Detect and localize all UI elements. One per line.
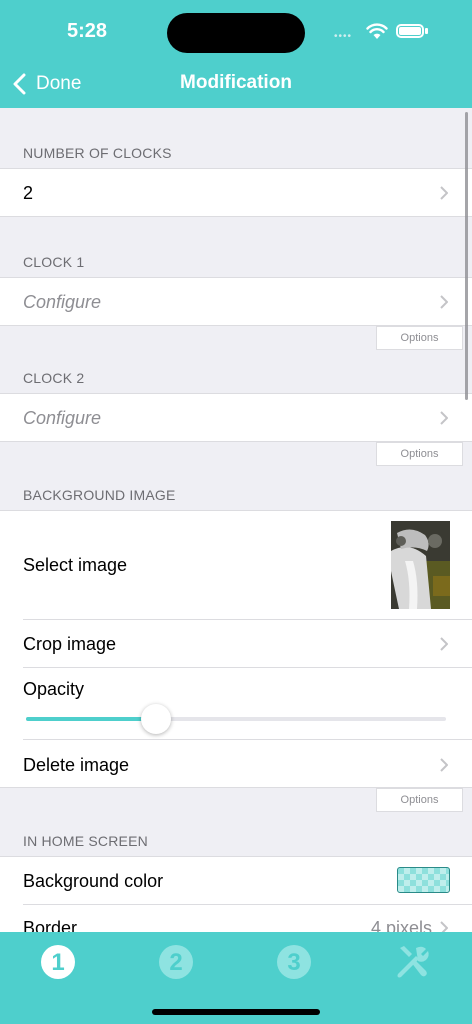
clock-2-configure-cell[interactable]: Configure xyxy=(0,393,472,442)
border-row[interactable]: Border 4 pixels xyxy=(0,905,472,932)
tab-2-label: 2 xyxy=(169,949,182,976)
section-header-in-home-screen: IN HOME SCREEN xyxy=(23,833,148,849)
crop-image-row[interactable]: Crop image xyxy=(0,620,472,667)
select-image-row[interactable]: Select image xyxy=(0,511,472,619)
chevron-right-icon xyxy=(440,637,448,651)
border-value: 4 pixels xyxy=(370,918,432,932)
background-color-label: Background color xyxy=(23,871,164,891)
tab-tools[interactable] xyxy=(392,942,432,982)
opacity-row: Opacity xyxy=(0,668,472,739)
delete-image-row[interactable]: Delete image xyxy=(0,740,472,788)
tab-1-label: 1 xyxy=(51,949,64,976)
page-title: Modification xyxy=(180,72,292,93)
chevron-right-icon xyxy=(440,921,448,932)
background-color-swatch[interactable] xyxy=(397,867,450,893)
chevron-right-icon xyxy=(440,758,448,772)
background-image-thumbnail[interactable] xyxy=(391,521,450,609)
section-header-background-image: BACKGROUND IMAGE xyxy=(23,487,176,503)
status-time: 5:28 xyxy=(67,20,108,42)
tab-3-label: 3 xyxy=(287,949,300,976)
settings-list[interactable]: NUMBER OF CLOCKS 2 CLOCK 1 Configure Opt… xyxy=(0,108,472,932)
select-image-label: Select image xyxy=(23,555,128,575)
chevron-right-icon xyxy=(440,186,448,200)
clock-2-options-button[interactable]: Options xyxy=(376,442,463,466)
background-image-group: Select image Crop image Opacity Delete i… xyxy=(0,510,472,788)
opacity-slider-thumb[interactable] xyxy=(141,704,172,734)
clock-1-options-button[interactable]: Options xyxy=(376,326,463,350)
home-indicator xyxy=(152,1009,320,1015)
clock-1-configure-label: Configure xyxy=(23,292,102,312)
tools-icon xyxy=(397,946,429,978)
crop-image-label: Crop image xyxy=(23,634,117,654)
delete-image-label: Delete image xyxy=(23,755,130,775)
home-screen-group: Background color Border 4 pixels xyxy=(0,856,472,932)
tab-2[interactable]: 2 xyxy=(156,942,196,982)
navigation-header: 5:28 •••• Done Modification xyxy=(0,0,472,108)
background-image-options-button[interactable]: Options xyxy=(376,788,463,812)
background-color-row[interactable]: Background color xyxy=(0,857,472,904)
section-header-clock-2: CLOCK 2 xyxy=(23,370,85,386)
wifi-icon xyxy=(366,23,388,39)
section-header-clock-1: CLOCK 1 xyxy=(23,254,85,270)
clock-2-configure-label: Configure xyxy=(23,408,102,428)
section-header-number-of-clocks: NUMBER OF CLOCKS xyxy=(23,145,172,161)
tab-3[interactable]: 3 xyxy=(274,942,314,982)
battery-tip xyxy=(425,28,428,34)
signal-icon: •••• xyxy=(334,31,353,42)
border-label: Border xyxy=(23,918,78,932)
opacity-slider-fill xyxy=(26,717,157,721)
opacity-slider[interactable] xyxy=(26,717,446,721)
clock-1-configure-cell[interactable]: Configure xyxy=(0,277,472,326)
number-of-clocks-value: 2 xyxy=(23,183,34,203)
chevron-right-icon xyxy=(440,411,448,425)
dynamic-island xyxy=(167,13,305,53)
scroll-indicator xyxy=(465,112,468,400)
opacity-label: Opacity xyxy=(23,679,85,699)
battery-icon xyxy=(396,24,424,38)
chevron-right-icon xyxy=(440,295,448,309)
tab-1[interactable]: 1 xyxy=(38,942,78,982)
number-of-clocks-cell[interactable]: 2 xyxy=(0,168,472,217)
